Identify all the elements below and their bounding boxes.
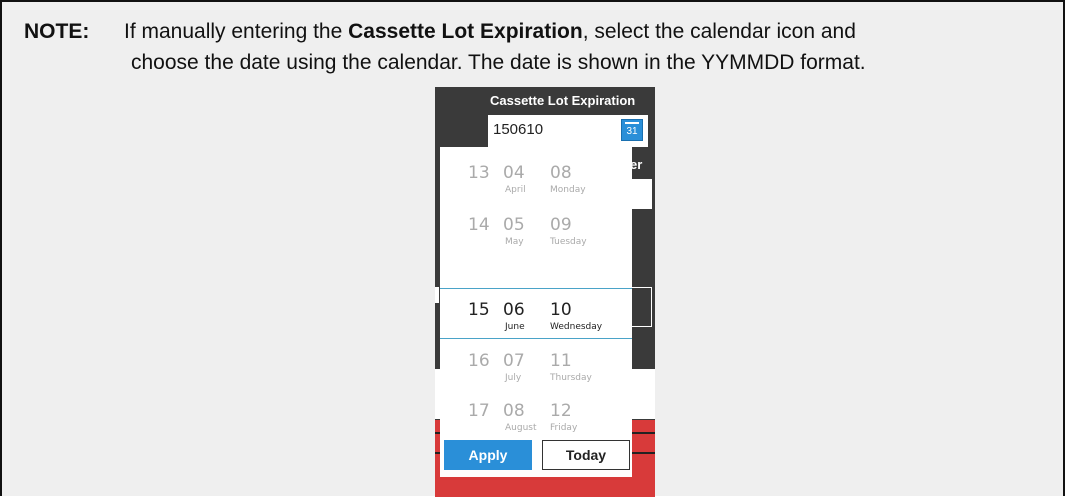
year-value: 16 xyxy=(468,351,490,371)
note-text-after: , select the calendar icon and xyxy=(582,20,856,43)
weekday-name: Tuesday xyxy=(550,237,587,247)
month-value: 08 xyxy=(503,401,525,421)
year-value: 15 xyxy=(468,300,490,320)
month-value: 07 xyxy=(503,351,525,371)
weekday-name: Friday xyxy=(550,423,578,433)
month-name: April xyxy=(505,185,526,195)
picker-row[interactable]: 16 07 July 11 Thursday xyxy=(440,341,632,395)
background-edge xyxy=(435,287,439,303)
note-line2: choose the date using the calendar. The … xyxy=(131,51,866,74)
picker-row[interactable]: 17 08 August 12 Friday xyxy=(440,391,632,445)
picker-row[interactable]: 14 05 May 09 Tuesday xyxy=(440,205,632,259)
today-button[interactable]: Today xyxy=(542,440,630,470)
month-name: July xyxy=(505,373,522,383)
note-label: NOTE: xyxy=(24,20,90,43)
year-value: 17 xyxy=(468,401,490,421)
weekday-name: Wednesday xyxy=(550,322,603,332)
background-field xyxy=(630,179,652,209)
date-picker: 13 04 April 08 Monday 14 05 May 09 Tuesday 15 06 Jun… xyxy=(440,147,632,477)
day-value: 11 xyxy=(550,351,572,371)
calendar-icon[interactable]: 31 xyxy=(621,119,643,141)
background-box xyxy=(631,287,652,327)
embedded-screenshot: Cassette Lot Expiration 150610 31 er 13 0… xyxy=(435,87,655,497)
month-name: May xyxy=(505,237,524,247)
month-name: June xyxy=(505,322,525,332)
note-bold-term: Cassette Lot Expiration xyxy=(348,20,583,43)
date-input[interactable]: 150610 31 xyxy=(488,115,648,147)
picker-row[interactable]: 13 04 April 08 Monday xyxy=(440,153,632,207)
month-name: August xyxy=(505,423,537,433)
day-value: 09 xyxy=(550,215,572,235)
selection-bottom-line xyxy=(440,338,632,339)
field-title: Cassette Lot Expiration xyxy=(490,93,636,108)
picker-row[interactable]: 15 06 June 10 Wednesday xyxy=(440,290,632,344)
day-value: 12 xyxy=(550,401,572,421)
month-value: 05 xyxy=(503,215,525,235)
note-box: NOTE: If manually entering the Cassette L… xyxy=(0,0,1065,497)
day-value: 10 xyxy=(550,300,572,320)
year-value: 13 xyxy=(468,163,490,183)
date-value: 150610 xyxy=(493,121,544,138)
selection-top-line xyxy=(440,288,632,289)
apply-button[interactable]: Apply xyxy=(444,440,532,470)
calendar-day: 31 xyxy=(626,126,638,137)
month-value: 06 xyxy=(503,300,525,320)
weekday-name: Thursday xyxy=(550,373,592,383)
note-text-before: If manually entering the xyxy=(124,20,349,43)
weekday-name: Monday xyxy=(550,185,586,195)
month-value: 04 xyxy=(503,163,525,183)
year-value: 14 xyxy=(468,215,490,235)
day-value: 08 xyxy=(550,163,572,183)
note-text: NOTE: If manually entering the Cassette L… xyxy=(24,16,1054,78)
